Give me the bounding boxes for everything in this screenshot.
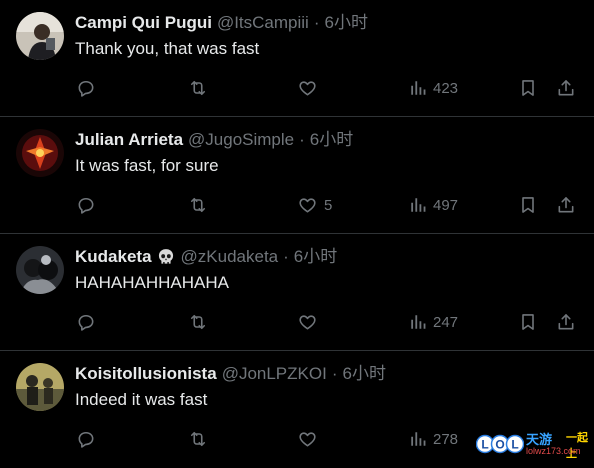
display-name[interactable]: Kudaketa bbox=[75, 245, 152, 269]
like-button[interactable] bbox=[297, 310, 324, 334]
like-button[interactable]: 5 bbox=[297, 193, 332, 217]
separator-dot: · bbox=[331, 364, 338, 383]
timestamp[interactable]: 6小时 bbox=[325, 11, 368, 35]
reply-button[interactable] bbox=[76, 193, 96, 217]
reply-icon bbox=[76, 78, 96, 98]
bookmark-icon bbox=[518, 78, 538, 98]
retweet-button[interactable] bbox=[187, 427, 209, 451]
bookmark-button[interactable] bbox=[518, 193, 538, 217]
retweet-button[interactable] bbox=[187, 310, 209, 334]
share-upload-icon bbox=[556, 78, 576, 98]
display-name[interactable]: Koisitollusionista bbox=[75, 362, 217, 386]
tweet-header: Julian Arrieta @JugoSimple · 6小时 bbox=[75, 128, 353, 152]
bookmark-icon bbox=[518, 312, 538, 332]
timestamp[interactable]: 6小时 bbox=[294, 245, 337, 269]
retweet-icon bbox=[187, 312, 209, 332]
avatar[interactable] bbox=[16, 12, 64, 60]
timestamp[interactable]: 6小时 bbox=[343, 362, 386, 386]
separator-dot: · bbox=[299, 130, 305, 149]
tweet-text: HAHAHAHHAHAHA bbox=[75, 273, 229, 292]
svg-text:L: L bbox=[481, 438, 488, 452]
views-button[interactable]: 423 bbox=[409, 76, 458, 100]
bookmark-button[interactable] bbox=[518, 310, 538, 334]
like-count: 5 bbox=[324, 196, 333, 214]
view-count: 247 bbox=[433, 313, 459, 331]
reply-icon bbox=[76, 429, 96, 449]
tweet-header: Campi Qui Pugui @ItsCampiii · 6小时 bbox=[75, 11, 368, 35]
reply-tweet[interactable]: Kudaketa @zKudaketa · 6小时 HAHAHAHHAHAHA bbox=[0, 234, 594, 351]
tweet-header: Koisitollusionista @JonLPZKOI · 6小时 bbox=[75, 362, 386, 386]
action-bar: 247 bbox=[0, 310, 594, 334]
action-bar: 423 bbox=[0, 76, 594, 100]
views-button[interactable]: 278 bbox=[409, 427, 458, 451]
separator-dot: · bbox=[313, 13, 320, 32]
share-button[interactable] bbox=[556, 193, 576, 217]
display-name[interactable]: Julian Arrieta bbox=[75, 128, 183, 152]
heart-icon bbox=[297, 78, 318, 98]
watermark-url: lolwz173.com bbox=[526, 446, 581, 456]
heart-icon bbox=[297, 195, 318, 215]
svg-text:O: O bbox=[495, 438, 504, 452]
avatar[interactable] bbox=[16, 129, 64, 177]
avatar[interactable] bbox=[16, 363, 64, 411]
tweet-text: Indeed it was fast bbox=[75, 390, 208, 409]
reply-icon bbox=[76, 312, 96, 332]
tweet-text: It was fast, for sure bbox=[75, 156, 219, 175]
views-bar-chart-icon bbox=[409, 313, 427, 331]
reply-feed: Campi Qui Pugui @ItsCampiii · 6小时 Thank … bbox=[0, 0, 594, 461]
retweet-icon bbox=[187, 78, 209, 98]
view-count: 497 bbox=[433, 196, 459, 214]
reply-button[interactable] bbox=[76, 76, 96, 100]
tweet-header: Kudaketa @zKudaketa · 6小时 bbox=[75, 245, 337, 269]
views-bar-chart-icon bbox=[409, 430, 427, 448]
retweet-button[interactable] bbox=[187, 76, 209, 100]
retweet-icon bbox=[187, 195, 209, 215]
svg-text:L: L bbox=[511, 438, 518, 452]
avatar[interactable] bbox=[16, 246, 64, 294]
retweet-icon bbox=[187, 429, 209, 449]
reply-tweet[interactable]: Campi Qui Pugui @ItsCampiii · 6小时 Thank … bbox=[0, 0, 594, 117]
view-count: 278 bbox=[433, 430, 459, 448]
watermark-title-2: 一起上 bbox=[566, 432, 588, 460]
timestamp[interactable]: 6小时 bbox=[310, 128, 353, 152]
share-button[interactable] bbox=[556, 76, 576, 100]
like-button[interactable] bbox=[297, 76, 324, 100]
site-watermark: L O L 天游 一起上 lolwz173.com bbox=[476, 425, 594, 461]
share-upload-icon bbox=[556, 312, 576, 332]
views-button[interactable]: 247 bbox=[409, 310, 458, 334]
tweet-text: Thank you, that was fast bbox=[75, 39, 260, 58]
views-button[interactable]: 497 bbox=[409, 193, 458, 217]
heart-icon bbox=[297, 312, 318, 332]
lol-logo-icon: L O L bbox=[476, 434, 524, 454]
user-handle[interactable]: @zKudaketa bbox=[181, 245, 279, 269]
share-upload-icon bbox=[556, 195, 576, 215]
retweet-button[interactable] bbox=[187, 193, 209, 217]
views-bar-chart-icon bbox=[409, 79, 427, 97]
bookmark-button[interactable] bbox=[518, 76, 538, 100]
reply-button[interactable] bbox=[76, 310, 96, 334]
reply-tweet[interactable]: Julian Arrieta @JugoSimple · 6小时 It was … bbox=[0, 117, 594, 234]
action-bar: 5 497 bbox=[0, 193, 594, 217]
skull-emoji-icon bbox=[156, 247, 176, 267]
user-handle[interactable]: @JugoSimple bbox=[188, 128, 294, 152]
like-button[interactable] bbox=[297, 427, 324, 451]
heart-icon bbox=[297, 429, 318, 449]
share-button[interactable] bbox=[556, 310, 576, 334]
display-name[interactable]: Campi Qui Pugui bbox=[75, 11, 212, 35]
user-handle[interactable]: @JonLPZKOI bbox=[222, 362, 327, 386]
user-handle[interactable]: @ItsCampiii bbox=[217, 11, 309, 35]
bookmark-icon bbox=[518, 195, 538, 215]
view-count: 423 bbox=[433, 79, 459, 97]
reply-icon bbox=[76, 195, 96, 215]
views-bar-chart-icon bbox=[409, 196, 427, 214]
separator-dot: · bbox=[283, 247, 289, 266]
reply-button[interactable] bbox=[76, 427, 96, 451]
